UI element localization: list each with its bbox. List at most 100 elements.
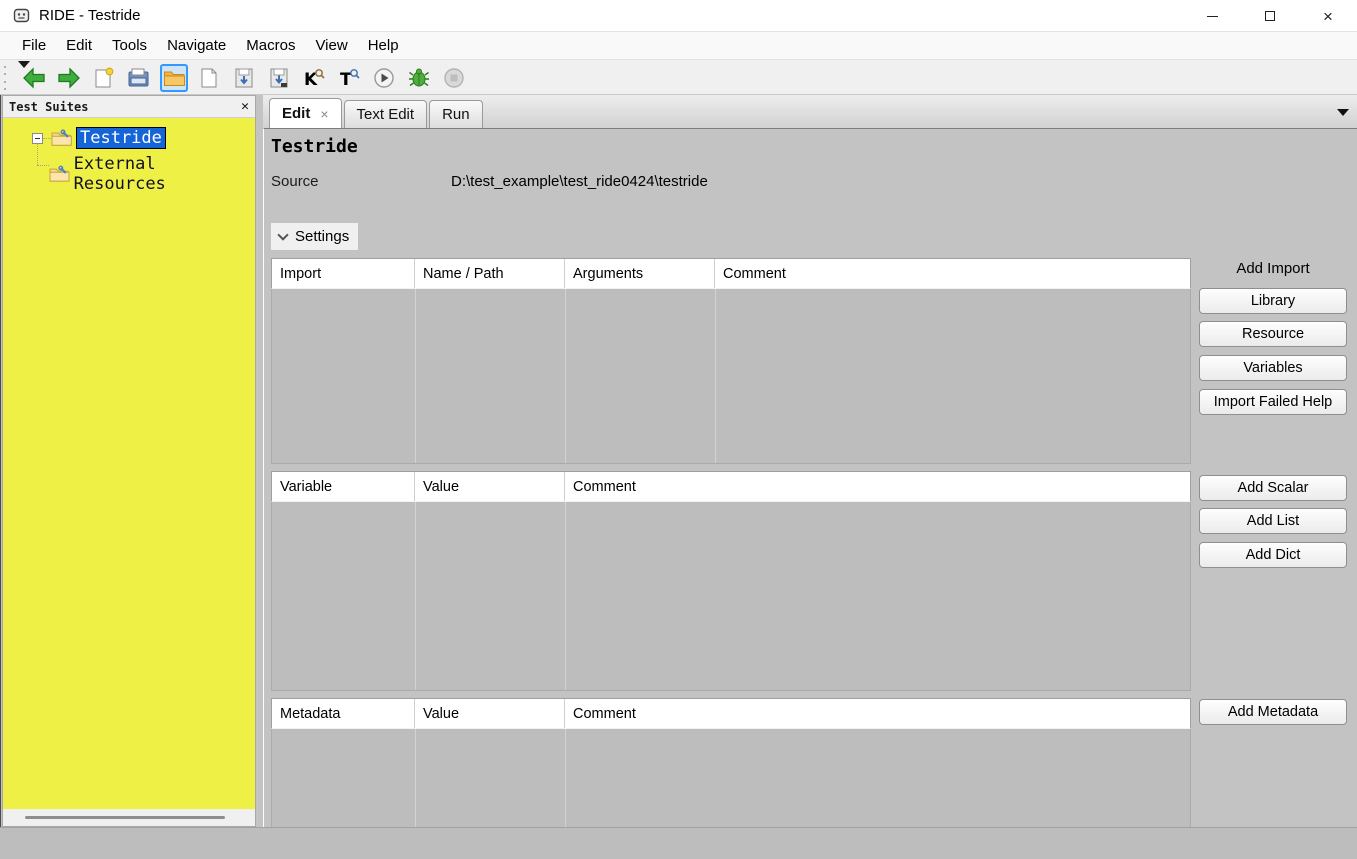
window-title: RIDE - Testride <box>39 7 141 24</box>
open-directory-button[interactable] <box>160 64 188 92</box>
tab-label: Run <box>442 106 470 123</box>
debug-button[interactable] <box>405 64 433 92</box>
search-keywords-icon: K <box>304 69 325 89</box>
open-file-icon <box>128 68 149 87</box>
debug-icon <box>409 68 429 87</box>
new-file-button[interactable] <box>195 64 223 92</box>
import-table-body[interactable] <box>271 288 1191 464</box>
tab-text-edit[interactable]: Text Edit <box>343 100 428 128</box>
menu-tools[interactable]: Tools <box>102 33 157 58</box>
stop-button[interactable] <box>440 64 468 92</box>
menu-view[interactable]: View <box>305 33 357 58</box>
column-header-comment: Comment <box>573 705 636 722</box>
variable-table-body[interactable] <box>271 501 1191 691</box>
metadata-table-body[interactable] <box>271 728 1191 827</box>
column-header-comment: Comment <box>573 478 636 495</box>
tree-item-label: External Resources <box>73 154 166 194</box>
add-list-button[interactable]: Add List <box>1199 508 1347 534</box>
search-tests-button[interactable]: T <box>335 64 363 92</box>
save-all-button[interactable] <box>265 64 293 92</box>
save-all-icon <box>270 68 288 88</box>
tab-edit[interactable]: Edit × <box>269 98 342 128</box>
tree-item-label: Testride <box>76 127 166 149</box>
resource-folder-icon <box>49 165 70 182</box>
variables-button[interactable]: Variables <box>1199 355 1347 381</box>
tree-item-testride[interactable]: Testride <box>51 127 166 149</box>
column-header-value: Value <box>415 472 565 501</box>
suite-heading: Testride <box>271 136 358 157</box>
tab-list-dropdown-icon[interactable] <box>1337 109 1349 116</box>
test-suites-panel: Test Suites ✕ Testride External Resource… <box>2 95 256 827</box>
edit-tab-content: Testride Source D:\test_example\test_rid… <box>263 128 1357 827</box>
column-header-comment: Comment <box>723 265 786 282</box>
suite-tree[interactable]: Testride External Resources <box>3 118 255 809</box>
column-header-name-path: Name / Path <box>415 259 565 288</box>
minimize-button[interactable] <box>1183 0 1241 32</box>
close-icon: × <box>1323 6 1333 26</box>
maximize-icon <box>1265 11 1275 21</box>
go-back-button[interactable] <box>20 64 48 92</box>
notebook-tabbar: Edit × Text Edit Run <box>263 95 1357 128</box>
test-suites-header[interactable]: Test Suites ✕ <box>3 96 255 118</box>
go-forward-icon <box>58 67 80 89</box>
column-header-arguments: Arguments <box>565 259 715 288</box>
new-project-icon <box>95 67 114 88</box>
search-keywords-button[interactable]: K <box>300 64 328 92</box>
save-icon <box>235 68 253 88</box>
close-button[interactable]: × <box>1299 0 1357 32</box>
search-tests-icon: T <box>340 69 360 89</box>
panel-close-icon[interactable]: ✕ <box>241 100 249 113</box>
column-header-variable: Variable <box>272 472 415 501</box>
add-dict-button[interactable]: Add Dict <box>1199 542 1347 568</box>
import-table: Import Name / Path Arguments Comment <box>271 258 1191 464</box>
new-file-icon <box>201 68 217 88</box>
resource-button[interactable]: Resource <box>1199 321 1347 347</box>
app-robot-icon <box>13 8 30 23</box>
add-scalar-button[interactable]: Add Scalar <box>1199 475 1347 501</box>
tree-connector <box>43 138 51 139</box>
column-header-metadata: Metadata <box>272 699 415 728</box>
menu-navigate[interactable]: Navigate <box>157 33 236 58</box>
run-tests-button[interactable] <box>370 64 398 92</box>
menu-edit[interactable]: Edit <box>56 33 102 58</box>
menu-macros[interactable]: Macros <box>236 33 305 58</box>
tab-close-icon[interactable]: × <box>320 106 328 122</box>
chevron-down-icon <box>277 228 289 241</box>
open-file-button[interactable] <box>125 64 153 92</box>
scrollbar-thumb[interactable] <box>25 816 225 819</box>
column-header-value: Value <box>415 699 565 728</box>
tree-expander-icon[interactable] <box>32 133 43 144</box>
tab-label: Edit <box>282 105 311 122</box>
metadata-table: Metadata Value Comment <box>271 698 1191 827</box>
menu-help[interactable]: Help <box>358 33 409 58</box>
menu-bar: File Edit Tools Navigate Macros View Hel… <box>0 32 1357 60</box>
import-table-header: Import Name / Path Arguments Comment <box>271 258 1191 288</box>
column-header-import: Import <box>272 259 415 288</box>
metadata-table-header: Metadata Value Comment <box>271 698 1191 728</box>
menu-file[interactable]: File <box>12 33 56 58</box>
panel-splitter[interactable] <box>256 95 263 827</box>
tab-label: Text Edit <box>356 106 415 123</box>
suite-folder-icon <box>51 129 72 146</box>
toolbar-grip[interactable] <box>4 66 8 90</box>
tree-horizontal-scrollbar[interactable] <box>3 809 255 826</box>
test-suites-title: Test Suites <box>9 99 89 114</box>
settings-label: Settings <box>295 228 350 245</box>
go-forward-button[interactable] <box>55 64 83 92</box>
minimize-icon <box>1206 15 1218 17</box>
tree-item-external-resources[interactable]: External Resources <box>49 154 255 194</box>
stop-icon <box>444 68 464 88</box>
import-failed-help-button[interactable]: Import Failed Help <box>1199 389 1347 415</box>
new-project-button[interactable] <box>90 64 118 92</box>
variable-table-header: Variable Value Comment <box>271 471 1191 501</box>
source-label: Source <box>271 173 319 190</box>
add-metadata-button[interactable]: Add Metadata <box>1199 699 1347 725</box>
maximize-button[interactable] <box>1241 0 1299 32</box>
settings-toggle[interactable]: Settings <box>271 223 358 250</box>
tab-run[interactable]: Run <box>429 100 483 128</box>
open-directory-icon <box>163 71 185 86</box>
save-button[interactable] <box>230 64 258 92</box>
title-bar: RIDE - Testride × <box>0 0 1357 32</box>
library-button[interactable]: Library <box>1199 288 1347 314</box>
add-import-label: Add Import <box>1236 260 1310 277</box>
